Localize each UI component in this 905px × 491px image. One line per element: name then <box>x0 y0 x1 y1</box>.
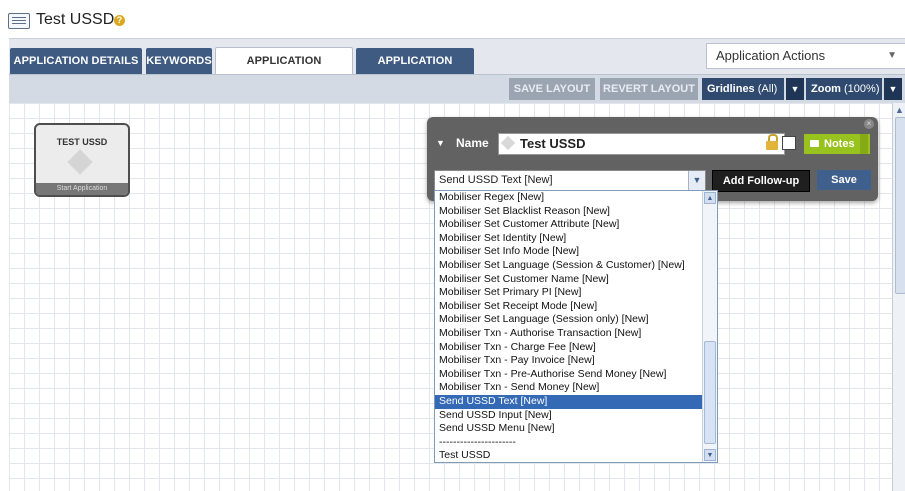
dropdown-option[interactable]: Mobiliser Set Customer Name [New] <box>435 273 703 287</box>
dropdown-option[interactable]: Mobiliser Txn - Send Money [New] <box>435 381 703 395</box>
dropdown-scrollbar-thumb[interactable] <box>704 341 716 444</box>
dropdown-option[interactable]: Send USSD Menu [New] <box>435 422 703 436</box>
follow-up-type-dropdown-list: Mobiliser Regex [New] Mobiliser Set Black… <box>434 190 718 463</box>
dropdown-option[interactable]: Mobiliser Set Receipt Mode [New] <box>435 300 703 314</box>
save-layout-button[interactable]: SAVE LAYOUT <box>509 78 595 100</box>
zoom-button[interactable]: Zoom (100%) <box>806 78 882 100</box>
note-icon <box>810 140 819 147</box>
add-follow-up-button[interactable]: Add Follow-up <box>712 170 810 192</box>
dropdown-option[interactable]: Mobiliser Set Blacklist Reason [New] <box>435 205 703 219</box>
dropdown-option[interactable]: Mobiliser Set Customer Attribute [New] <box>435 218 703 232</box>
gridlines-label: Gridlines <box>707 83 755 95</box>
dropdown-scrollbar[interactable]: ▲ ▼ <box>702 191 717 462</box>
follow-up-type-select[interactable]: Send USSD Text [New] ▼ <box>434 170 706 191</box>
zoom-label: Zoom <box>811 83 841 95</box>
dropdown-option[interactable]: Send USSD Text [New] <box>435 394 703 409</box>
tab-application-editor[interactable]: APPLICATION EDITOR <box>356 48 474 93</box>
gridlines-value: (All) <box>757 83 778 95</box>
name-value: Test USSD <box>520 136 586 151</box>
name-label: Name <box>456 136 489 150</box>
name-input[interactable]: Test USSD <box>498 133 785 155</box>
composer-toolbar: SAVE LAYOUT REVERT LAYOUT Gridlines (All… <box>9 74 905 104</box>
dropdown-option[interactable]: Mobiliser Txn - Authorise Transaction [N… <box>435 327 703 341</box>
zoom-value: (100%) <box>844 83 880 95</box>
collapse-triangle-icon[interactable]: ▼ <box>436 138 445 148</box>
lock-icon[interactable] <box>766 134 778 150</box>
save-button[interactable]: Save <box>817 170 871 190</box>
application-actions-select[interactable]: Application Actions ▼ <box>706 43 905 69</box>
dropdown-option[interactable]: Mobiliser Set Identity [New] <box>435 232 703 246</box>
help-icon[interactable]: ? <box>114 15 125 26</box>
dropdown-option[interactable]: Mobiliser Set Language (Session & Custom… <box>435 259 703 273</box>
close-icon[interactable]: × <box>864 119 874 129</box>
dropdown-option[interactable]: Mobiliser Regex [New] <box>435 191 703 205</box>
notes-button[interactable]: Notes <box>804 134 870 154</box>
dropdown-option[interactable]: Send USSD Input [New] <box>435 409 703 423</box>
application-actions-value: Application Actions <box>716 48 826 63</box>
node-properties-panel: × ▼ Name Test USSD Notes Send USSD Text … <box>427 117 878 201</box>
diamond-icon <box>500 135 516 151</box>
start-application-node[interactable]: TEST USSD Start Application <box>34 123 130 197</box>
scrollbar-thumb[interactable] <box>895 117 905 294</box>
notes-dropdown-icon[interactable] <box>860 134 868 154</box>
diamond-icon <box>67 149 93 175</box>
scroll-down-icon[interactable]: ▼ <box>704 449 716 461</box>
tab-bar: APPLICATION DETAILS KEYWORDS APPLICATION… <box>9 38 905 93</box>
title-bar: Test USSD ? <box>0 0 905 38</box>
lock-checkbox[interactable] <box>782 136 796 150</box>
node-title: TEST USSD <box>56 137 108 147</box>
application-icon <box>8 13 30 29</box>
node-footer: Start Application <box>36 183 128 195</box>
follow-up-type-value: Send USSD Text [New] <box>439 174 553 186</box>
dropdown-options: Mobiliser Regex [New] Mobiliser Set Black… <box>435 191 703 462</box>
gridlines-button[interactable]: Gridlines (All) <box>702 78 784 100</box>
page-title: Test USSD <box>36 11 115 28</box>
scroll-up-icon[interactable]: ▲ <box>895 105 904 115</box>
dropdown-option[interactable]: Mobiliser Txn - Pre-Authorise Send Money… <box>435 368 703 382</box>
zoom-dropdown-icon[interactable]: ▼ <box>884 78 902 100</box>
dropdown-option[interactable]: Mobiliser Txn - Charge Fee [New] <box>435 341 703 355</box>
dropdown-option[interactable]: Mobiliser Txn - Pay Invoice [New] <box>435 354 703 368</box>
chevron-down-icon[interactable]: ▼ <box>688 171 705 190</box>
tab-application-composer[interactable]: APPLICATION COMPOSER <box>215 47 353 93</box>
dropdown-option[interactable]: Test USSD <box>435 449 703 462</box>
dropdown-option[interactable]: Mobiliser Set Language (Session only) [N… <box>435 313 703 327</box>
dropdown-option[interactable]: ---------------------- <box>435 436 703 450</box>
chevron-down-icon: ▼ <box>887 50 897 61</box>
scroll-up-icon[interactable]: ▲ <box>704 192 716 204</box>
dropdown-option[interactable]: Mobiliser Set Primary PI [New] <box>435 286 703 300</box>
dropdown-option[interactable]: Mobiliser Set Info Mode [New] <box>435 245 703 259</box>
notes-label: Notes <box>824 138 855 150</box>
tab-keywords[interactable]: KEYWORDS <box>146 48 212 74</box>
revert-layout-button[interactable]: REVERT LAYOUT <box>600 78 698 100</box>
canvas-scrollbar[interactable]: ▲ <box>892 103 905 491</box>
tab-application-details[interactable]: APPLICATION DETAILS <box>10 48 142 74</box>
gridlines-dropdown-icon[interactable]: ▼ <box>786 78 804 100</box>
